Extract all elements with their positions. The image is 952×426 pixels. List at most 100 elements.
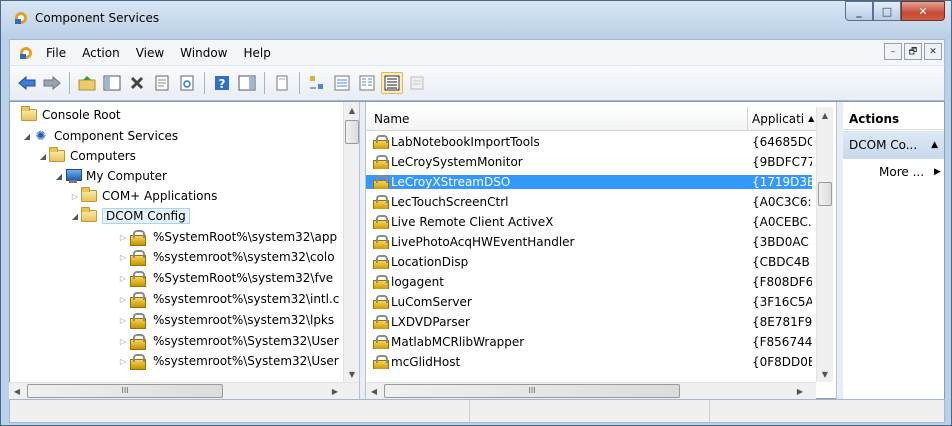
expand-arrow-icon[interactable]: ▷ <box>117 357 129 366</box>
show-hide-action-pane-icon[interactable] <box>236 72 258 94</box>
up-folder-icon[interactable] <box>76 72 98 94</box>
list-item[interactable]: LuComServer {3F16C5A <box>366 292 816 312</box>
tree-item[interactable]: Console Root <box>21 105 121 125</box>
actions-section-dcom-config[interactable]: DCOM Co... ▲ <box>843 131 944 159</box>
tree-item-label: DCOM Config <box>102 208 190 224</box>
tree-item[interactable]: ▷ %systemroot%\System32\User <box>117 351 339 371</box>
list-item[interactable]: Live Remote Client ActiveX {A0CEBC. <box>366 212 816 232</box>
list-item-appid: {F856744! <box>752 335 812 349</box>
list-horizontal-scrollbar[interactable]: ◀ III ▶ <box>366 382 816 399</box>
scroll-left-icon[interactable]: ◀ <box>9 383 25 399</box>
tree-item[interactable]: ◢ ✺ Component Services <box>21 126 178 146</box>
scroll-right-icon[interactable]: ▶ <box>327 383 343 399</box>
expand-arrow-icon[interactable]: ▷ <box>117 316 129 325</box>
scroll-left-icon[interactable]: ◀ <box>366 383 382 399</box>
expand-arrow-icon[interactable]: ▷ <box>117 274 129 283</box>
mdi-restore-button[interactable]: 🗗 <box>904 43 922 60</box>
tree-item[interactable]: ◢ Computers <box>37 146 136 166</box>
tree-item[interactable]: ◢ My Computer <box>53 166 167 186</box>
package-icon <box>372 135 389 149</box>
export-list-icon[interactable] <box>271 72 293 94</box>
package-icon <box>129 354 146 370</box>
scroll-down-icon[interactable]: ▼ <box>344 366 359 382</box>
expand-arrow-icon[interactable]: ◢ <box>37 152 49 161</box>
menu-action[interactable]: Action <box>74 46 128 60</box>
scroll-up-icon[interactable]: ▲ <box>344 102 359 118</box>
system-menu-icon[interactable] <box>18 45 34 61</box>
scroll-right-icon[interactable]: ▶ <box>792 383 808 399</box>
expand-arrow-icon[interactable]: ▷ <box>117 253 129 262</box>
tree-horizontal-scrollbar[interactable]: ◀ III ▶ <box>9 382 359 399</box>
pane-splitter[interactable] <box>836 102 843 399</box>
tree-item[interactable]: ▷ %SystemRoot%\system32\app <box>117 227 337 247</box>
list-item[interactable]: LXDVDParser {8E781F9. <box>366 312 816 332</box>
tree-item[interactable]: ▷ %systemroot%\system32\lpks <box>117 310 334 330</box>
folder-icon <box>21 106 37 121</box>
expand-arrow-icon[interactable]: ◢ <box>69 212 81 221</box>
list-item[interactable]: LocationDisp {CBDC4B <box>366 252 816 272</box>
list-item[interactable]: LeCroySystemMonitor {9BDFC77 <box>366 152 816 172</box>
column-header-name[interactable]: Name <box>366 107 748 131</box>
detail-view-icon[interactable] <box>381 72 403 94</box>
list-item[interactable]: logagent {F808DF6 <box>366 272 816 292</box>
list-view-icon[interactable] <box>356 72 378 94</box>
minimize-button[interactable]: _ <box>845 1 873 21</box>
expand-arrow-icon[interactable]: ▷ <box>117 295 129 304</box>
expand-arrow-icon[interactable]: ▷ <box>117 233 129 242</box>
scroll-up-icon[interactable]: ▲ <box>817 107 833 123</box>
help-icon[interactable]: ? <box>211 72 233 94</box>
list-item[interactable]: LabNotebookImportTools {64685DC <box>366 132 816 152</box>
collapse-up-icon[interactable]: ▲ <box>931 140 938 150</box>
list-item-name: Live Remote Client ActiveX <box>391 215 554 229</box>
toolbar-separator <box>299 72 300 94</box>
column-header-application[interactable]: Applicati ▲ <box>748 107 816 131</box>
close-button[interactable]: ✕ <box>901 1 945 21</box>
tree-item-label: %systemroot%\system32\lpks <box>153 313 335 327</box>
menu-window[interactable]: Window <box>172 46 235 60</box>
list-item[interactable]: LivePhotoAcqHWEventHandler {3BD0AC <box>366 232 816 252</box>
scroll-thumb[interactable]: III <box>27 384 223 398</box>
list-item-appid: {3F16C5A <box>752 295 812 309</box>
configure-icon[interactable] <box>406 72 428 94</box>
tree-item[interactable]: ▷ %systemroot%\system32\intl.c <box>117 289 339 309</box>
scroll-down-icon[interactable]: ▼ <box>817 366 833 382</box>
show-hide-tree-icon[interactable] <box>101 72 123 94</box>
list-item[interactable]: MatlabMCRlibWrapper {F856744! <box>366 332 816 352</box>
maximize-button[interactable]: □ <box>873 1 901 21</box>
tree-item[interactable]: ▷ COM+ Applications <box>69 186 217 206</box>
mdi-close-button[interactable]: ✕ <box>924 43 942 60</box>
scroll-thumb[interactable] <box>818 182 832 206</box>
large-icons-view-icon[interactable] <box>306 72 328 94</box>
more-actions-item[interactable]: More ... ▶ <box>879 162 941 182</box>
mdi-minimize-button[interactable]: – <box>884 43 902 60</box>
list-vertical-scrollbar[interactable]: ▲ ▼ <box>816 107 833 382</box>
scroll-thumb[interactable]: III <box>384 384 680 398</box>
toolbar-separator <box>69 72 70 94</box>
tree-item[interactable]: ▷ %systemroot%\System32\User <box>117 331 339 351</box>
list-item[interactable]: mcGlidHost {0F8DD0E <box>366 352 816 372</box>
expand-arrow-icon[interactable]: ▷ <box>117 337 129 346</box>
list-item[interactable]: LeCroyXStreamDSO {1719D3E <box>366 172 816 192</box>
delete-icon[interactable] <box>126 72 148 94</box>
small-icons-view-icon[interactable] <box>331 72 353 94</box>
back-arrow-icon[interactable] <box>16 72 38 94</box>
tree-item[interactable]: ▷ %SystemRoot%\system32\fve <box>117 268 333 288</box>
menu-file[interactable]: File <box>38 46 74 60</box>
tree-item[interactable]: ▷ %systemroot%\system32\colo <box>117 247 335 267</box>
forward-arrow-icon[interactable] <box>41 72 63 94</box>
scroll-thumb[interactable] <box>345 120 359 144</box>
pane-splitter[interactable] <box>359 102 366 399</box>
menu-view[interactable]: View <box>128 46 172 60</box>
menu-help[interactable]: Help <box>236 46 279 60</box>
properties-icon[interactable] <box>151 72 173 94</box>
expand-arrow-icon[interactable]: ◢ <box>53 172 65 181</box>
tree-vertical-scrollbar[interactable]: ▲ ▼ <box>343 102 359 382</box>
tree-item[interactable]: ◢ DCOM Config <box>69 206 190 226</box>
refresh-icon[interactable] <box>176 72 198 94</box>
expand-arrow-icon[interactable]: ▷ <box>69 192 81 201</box>
svg-text:?: ? <box>219 77 226 91</box>
title-bar[interactable]: Component Services _ □ ✕ <box>1 1 951 39</box>
expand-arrow-icon[interactable]: ◢ <box>21 132 33 141</box>
package-icon <box>372 355 389 369</box>
list-item[interactable]: LecTouchScreenCtrl {A0C3C6: <box>366 192 816 212</box>
